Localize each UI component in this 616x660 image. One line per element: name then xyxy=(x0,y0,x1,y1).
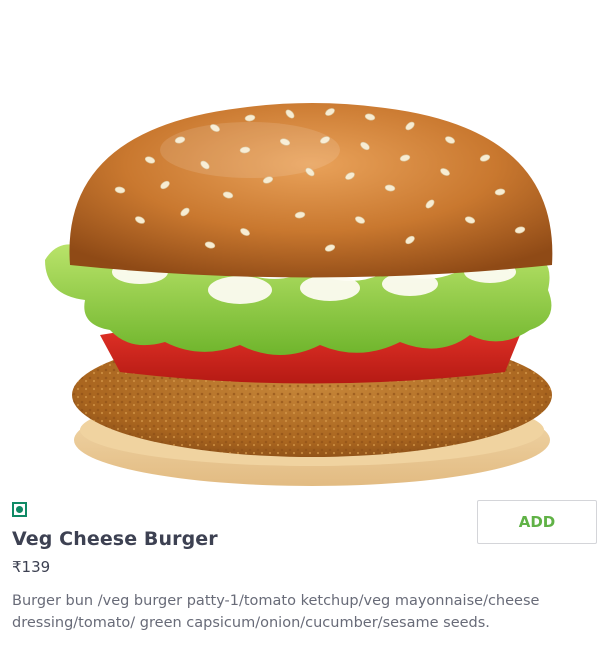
add-button[interactable]: ADD xyxy=(477,500,597,544)
burger-illustration xyxy=(45,103,553,486)
item-price: ₹139 xyxy=(12,558,51,576)
veg-indicator-icon xyxy=(12,502,27,517)
menu-item-card: Veg Cheese Burger ₹139 Burger bun /veg b… xyxy=(0,0,616,660)
item-description: Burger bun /veg burger patty-1/tomato ke… xyxy=(12,593,540,631)
item-name: Veg Cheese Burger xyxy=(12,528,218,550)
burger-image[interactable] xyxy=(0,0,616,490)
veg-dot xyxy=(16,506,23,513)
